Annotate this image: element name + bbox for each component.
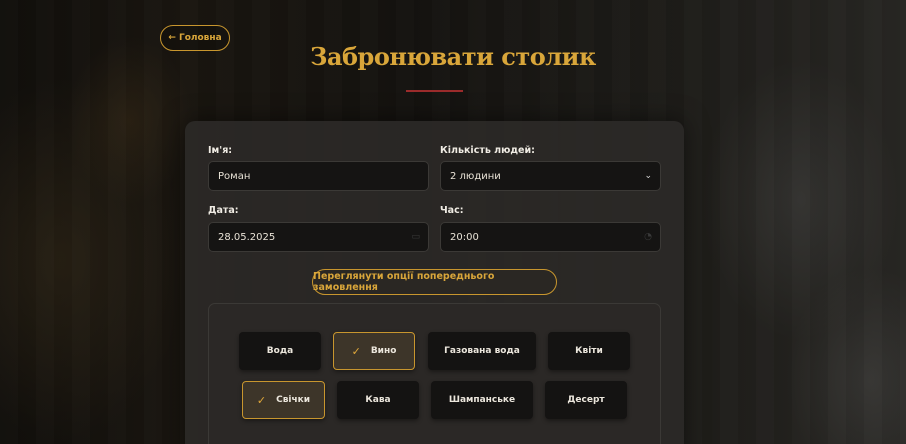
date-label: Дата: — [208, 205, 239, 216]
option-label: Квіти — [575, 346, 603, 356]
option-water[interactable]: Вода — [239, 332, 321, 370]
chevron-down-icon: ⌄ — [644, 171, 652, 181]
date-field[interactable]: 28.05.2025 ▭ — [208, 222, 429, 252]
name-label: Ім'я: — [208, 145, 233, 156]
check-icon: ✓ — [351, 344, 361, 358]
option-coffee[interactable]: Кава — [337, 381, 419, 419]
booking-form-card: Ім'я: Роман Кількість людей: 2 людини ⌄ … — [185, 121, 684, 444]
preorder-options-panel: Вода ✓ Вино Газована вода Квіти ✓ Свічки… — [208, 303, 661, 444]
option-champagne[interactable]: Шампанське — [431, 381, 533, 419]
clock-icon[interactable]: ◔ — [644, 232, 652, 242]
date-value: 28.05.2025 — [218, 231, 276, 243]
calendar-icon[interactable]: ▭ — [411, 232, 420, 242]
people-select[interactable]: 2 людини ⌄ — [440, 161, 661, 191]
title-divider — [406, 90, 463, 92]
option-label: Вино — [370, 346, 397, 356]
people-label: Кількість людей: — [440, 145, 535, 156]
option-label: Шампанське — [448, 395, 516, 405]
time-label: Час: — [440, 205, 464, 216]
option-label: Свічки — [276, 395, 311, 405]
option-wine[interactable]: ✓ Вино — [333, 332, 415, 370]
people-value: 2 людини — [450, 170, 501, 182]
option-sparkling-water[interactable]: Газована вода — [428, 332, 536, 370]
option-label: Десерт — [567, 395, 605, 405]
option-dessert[interactable]: Десерт — [545, 381, 627, 419]
page-title: Забронювати столик — [310, 42, 596, 71]
preorder-options-button[interactable]: Переглянути опції попереднього замовленн… — [312, 269, 557, 295]
check-icon: ✓ — [256, 393, 267, 407]
option-label: Вода — [266, 346, 294, 356]
name-field[interactable]: Роман — [208, 161, 429, 191]
option-flowers[interactable]: Квіти — [548, 332, 630, 370]
time-value: 20:00 — [450, 231, 479, 243]
option-label: Газована вода — [444, 346, 520, 356]
name-value: Роман — [218, 170, 251, 182]
preorder-options-label: Переглянути опції попереднього замовленн… — [313, 271, 495, 293]
time-field[interactable]: 20:00 ◔ — [440, 222, 661, 252]
option-candles[interactable]: ✓ Свічки — [242, 381, 325, 419]
option-label: Кава — [365, 395, 391, 405]
